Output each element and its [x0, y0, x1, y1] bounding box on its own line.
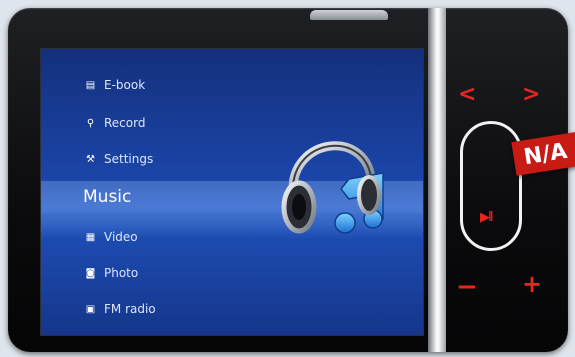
chrome-divider-strip	[428, 8, 446, 352]
menu-item-record[interactable]: ⚲ Record	[85, 111, 146, 135]
headphones-music-icon	[281, 141, 384, 234]
menu-item-label: E-book	[104, 78, 146, 92]
media-player-device: ▤ E-book ⚲ Record ⚒ Settings Music ▦ Vid…	[8, 8, 568, 352]
top-power-button[interactable]	[310, 10, 388, 20]
menu-item-settings[interactable]: ⚒ Settings	[85, 147, 153, 171]
previous-button[interactable]: <	[458, 82, 476, 107]
menu-item-label: Music	[83, 187, 132, 207]
menu-item-photo[interactable]: ◙ Photo	[85, 261, 139, 285]
menu-item-label: FM radio	[104, 302, 156, 316]
camera-icon: ◙	[85, 267, 96, 279]
microphone-icon: ⚲	[86, 117, 95, 129]
menu-item-label: Video	[104, 230, 138, 244]
menu-item-label: Settings	[104, 152, 154, 166]
player-screen: ▤ E-book ⚲ Record ⚒ Settings Music ▦ Vid…	[40, 48, 424, 336]
na-badge-text: N/A	[521, 138, 569, 170]
film-icon: ▦	[85, 231, 96, 243]
menu-item-label: Record	[104, 116, 146, 130]
menu-item-ebook[interactable]: ▤ E-book	[85, 73, 145, 97]
next-button[interactable]: >	[522, 82, 540, 107]
menu-item-label: Photo	[104, 266, 139, 280]
menu-item-fm-radio[interactable]: ▣ FM radio	[85, 297, 156, 321]
menu-item-video[interactable]: ▦ Video	[85, 225, 138, 249]
radio-icon: ▣	[85, 303, 96, 315]
play-pause-button[interactable]: ▶II	[480, 210, 494, 225]
volume-up-button[interactable]: +	[522, 270, 542, 298]
center-control-pill	[460, 121, 522, 251]
book-icon: ▤	[85, 79, 96, 91]
wrench-icon: ⚒	[86, 153, 95, 165]
volume-down-button[interactable]: −	[456, 272, 478, 302]
